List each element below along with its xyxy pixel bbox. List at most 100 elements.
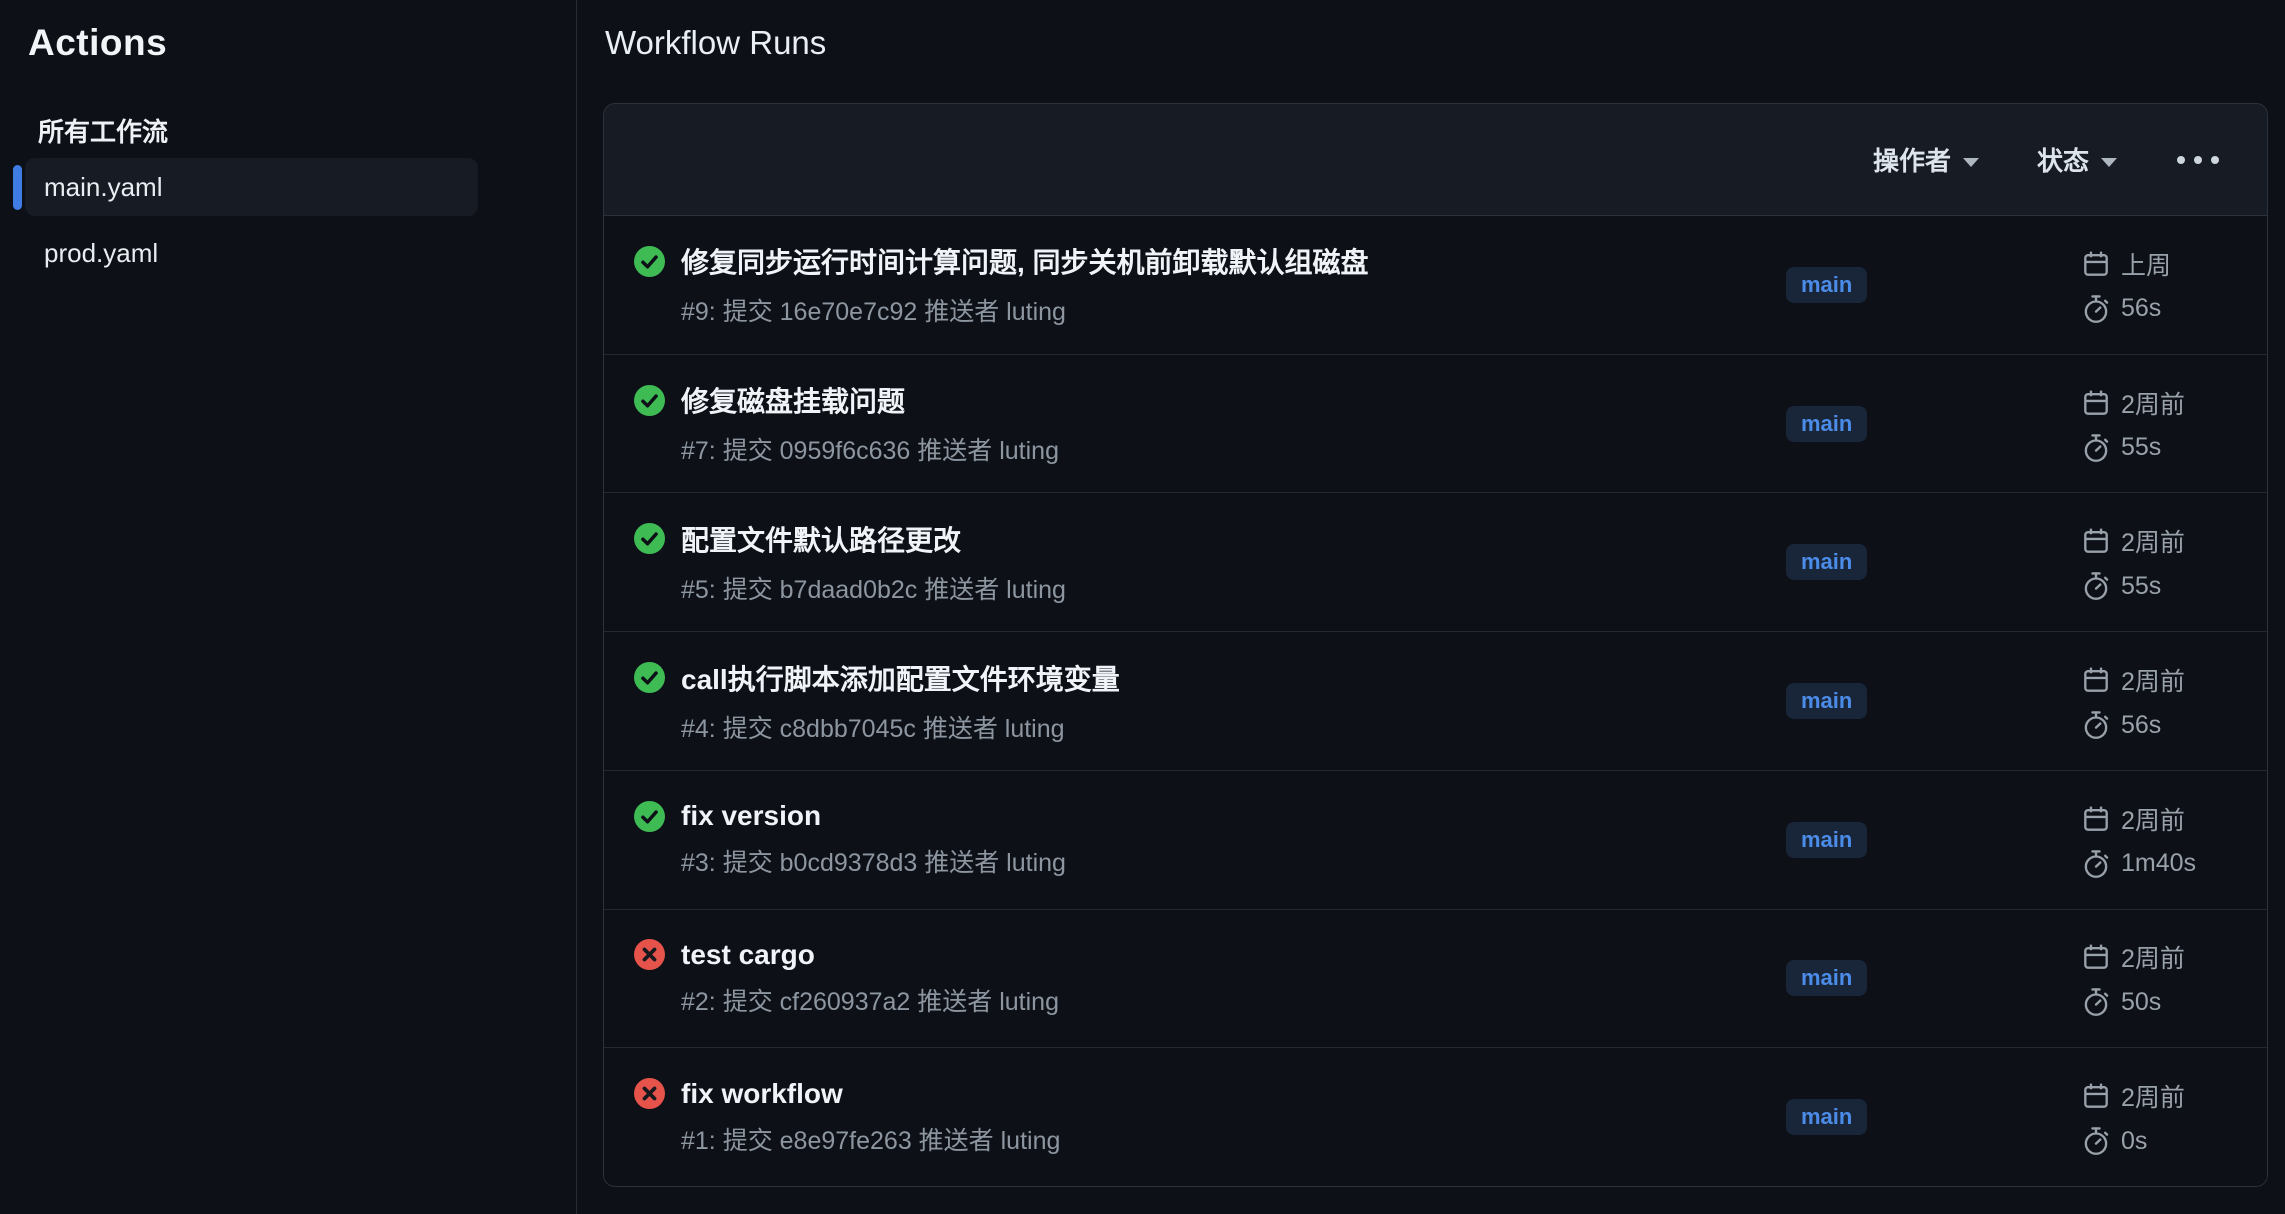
workflow-run-row[interactable]: test cargo #2: 提交 cf260937a2 推送者 luting … bbox=[604, 909, 2267, 1048]
run-date-line: 2周前 bbox=[2081, 939, 2249, 975]
stopwatch-icon bbox=[2081, 433, 2111, 463]
check-circle-icon bbox=[634, 523, 665, 554]
workflow-runs-panel: 操作者 状态 bbox=[603, 103, 2268, 1187]
calendar-icon bbox=[2081, 249, 2111, 279]
workflow-run-row[interactable]: 修复同步运行时间计算问题, 同步关机前卸载默认组磁盘 #9: 提交 16e70e… bbox=[604, 216, 2267, 354]
page-title: Workflow Runs bbox=[605, 24, 826, 62]
run-duration: 1m40s bbox=[2121, 849, 2196, 878]
run-duration: 55s bbox=[2121, 433, 2161, 462]
check-circle-icon bbox=[634, 801, 665, 832]
run-date: 2周前 bbox=[2121, 1078, 2185, 1114]
run-date-line: 2周前 bbox=[2081, 1078, 2249, 1114]
run-duration-line: 0s bbox=[2081, 1126, 2249, 1156]
branch-badge[interactable]: main bbox=[1786, 960, 1867, 996]
run-date-line: 2周前 bbox=[2081, 385, 2249, 421]
x-circle-icon bbox=[634, 939, 665, 970]
run-duration: 56s bbox=[2121, 294, 2161, 323]
run-title[interactable]: fix version bbox=[681, 800, 821, 832]
run-date-line: 上周 bbox=[2081, 246, 2249, 282]
runs-toolbar: 操作者 状态 bbox=[604, 104, 2267, 216]
run-date: 2周前 bbox=[2121, 385, 2185, 421]
branch-badge[interactable]: main bbox=[1786, 1099, 1867, 1135]
workflow-run-row[interactable]: fix workflow #1: 提交 e8e97fe263 推送者 lutin… bbox=[604, 1047, 2267, 1186]
run-status bbox=[634, 523, 665, 554]
run-duration-line: 55s bbox=[2081, 571, 2249, 601]
run-title[interactable]: 修复磁盘挂载问题 bbox=[681, 380, 905, 420]
run-meta: #1: 提交 e8e97fe263 推送者 luting bbox=[681, 1121, 1786, 1157]
calendar-icon bbox=[2081, 665, 2111, 695]
caret-down-icon bbox=[2101, 158, 2117, 167]
run-duration-line: 55s bbox=[2081, 433, 2249, 463]
run-title[interactable]: test cargo bbox=[681, 939, 815, 971]
stopwatch-icon bbox=[2081, 849, 2111, 879]
workflow-file-label: prod.yaml bbox=[44, 238, 158, 269]
run-date-line: 2周前 bbox=[2081, 801, 2249, 837]
run-status bbox=[634, 1078, 665, 1109]
calendar-icon bbox=[2081, 1081, 2111, 1111]
kebab-horizontal-icon[interactable] bbox=[2175, 150, 2221, 170]
run-duration: 55s bbox=[2121, 572, 2161, 601]
run-duration: 56s bbox=[2121, 711, 2161, 740]
workflow-run-row[interactable]: 配置文件默认路径更改 #5: 提交 b7daad0b2c 推送者 luting … bbox=[604, 492, 2267, 631]
run-meta: #9: 提交 16e70e7c92 推送者 luting bbox=[681, 292, 1786, 328]
run-date: 2周前 bbox=[2121, 939, 2185, 975]
run-meta: #2: 提交 cf260937a2 推送者 luting bbox=[681, 982, 1786, 1018]
sidebar-item-prod-yaml[interactable]: prod.yaml bbox=[25, 224, 478, 282]
calendar-icon bbox=[2081, 942, 2111, 972]
calendar-icon bbox=[2081, 388, 2111, 418]
run-status bbox=[634, 662, 665, 693]
sidebar-item-main-yaml[interactable]: main.yaml bbox=[25, 158, 478, 216]
stopwatch-icon bbox=[2081, 571, 2111, 601]
workflow-file-label: main.yaml bbox=[44, 172, 162, 203]
run-duration: 50s bbox=[2121, 988, 2161, 1017]
check-circle-icon bbox=[634, 662, 665, 693]
all-workflows-label: 所有工作流 bbox=[38, 112, 168, 149]
run-duration: 0s bbox=[2121, 1127, 2147, 1156]
branch-badge[interactable]: main bbox=[1786, 683, 1867, 719]
actor-filter-dropdown[interactable]: 操作者 bbox=[1873, 141, 1979, 178]
run-date-line: 2周前 bbox=[2081, 523, 2249, 559]
run-date-line: 2周前 bbox=[2081, 662, 2249, 698]
stopwatch-icon bbox=[2081, 294, 2111, 324]
run-title[interactable]: call执行脚本添加配置文件环境变量 bbox=[681, 658, 1120, 698]
actions-sidebar: Actions 所有工作流 main.yaml prod.yaml bbox=[0, 0, 577, 1214]
run-status bbox=[634, 939, 665, 970]
branch-badge[interactable]: main bbox=[1786, 544, 1867, 580]
run-duration-line: 50s bbox=[2081, 987, 2249, 1017]
caret-down-icon bbox=[1963, 158, 1979, 167]
run-duration-line: 56s bbox=[2081, 710, 2249, 740]
run-status bbox=[634, 246, 665, 277]
run-title[interactable]: 配置文件默认路径更改 bbox=[681, 519, 961, 559]
actor-filter-label: 操作者 bbox=[1873, 141, 1951, 178]
run-duration-line: 56s bbox=[2081, 294, 2249, 324]
run-date: 2周前 bbox=[2121, 801, 2185, 837]
runs-list: 修复同步运行时间计算问题, 同步关机前卸载默认组磁盘 #9: 提交 16e70e… bbox=[604, 216, 2267, 1186]
check-circle-icon bbox=[634, 385, 665, 416]
branch-badge[interactable]: main bbox=[1786, 822, 1867, 858]
branch-badge[interactable]: main bbox=[1786, 267, 1867, 303]
run-meta: #4: 提交 c8dbb7045c 推送者 luting bbox=[681, 709, 1786, 745]
sidebar-title: Actions bbox=[28, 22, 167, 64]
run-title[interactable]: fix workflow bbox=[681, 1078, 843, 1110]
stopwatch-icon bbox=[2081, 710, 2111, 740]
workflow-run-row[interactable]: call执行脚本添加配置文件环境变量 #4: 提交 c8dbb7045c 推送者… bbox=[604, 631, 2267, 770]
workflow-run-row[interactable]: 修复磁盘挂载问题 #7: 提交 0959f6c636 推送者 luting ma… bbox=[604, 354, 2267, 493]
calendar-icon bbox=[2081, 804, 2111, 834]
calendar-icon bbox=[2081, 526, 2111, 556]
stopwatch-icon bbox=[2081, 1126, 2111, 1156]
check-circle-icon bbox=[634, 246, 665, 277]
run-date: 上周 bbox=[2121, 246, 2171, 282]
run-status bbox=[634, 801, 665, 832]
stopwatch-icon bbox=[2081, 987, 2111, 1017]
status-filter-dropdown[interactable]: 状态 bbox=[2037, 141, 2117, 178]
run-title[interactable]: 修复同步运行时间计算问题, 同步关机前卸载默认组磁盘 bbox=[681, 241, 1369, 281]
x-circle-icon bbox=[634, 1078, 665, 1109]
run-meta: #5: 提交 b7daad0b2c 推送者 luting bbox=[681, 570, 1786, 606]
run-duration-line: 1m40s bbox=[2081, 849, 2249, 879]
run-meta: #7: 提交 0959f6c636 推送者 luting bbox=[681, 431, 1786, 467]
run-meta: #3: 提交 b0cd9378d3 推送者 luting bbox=[681, 843, 1786, 879]
branch-badge[interactable]: main bbox=[1786, 406, 1867, 442]
active-workflow-indicator bbox=[13, 165, 22, 210]
workflow-run-row[interactable]: fix version #3: 提交 b0cd9378d3 推送者 luting… bbox=[604, 770, 2267, 909]
run-date: 2周前 bbox=[2121, 523, 2185, 559]
